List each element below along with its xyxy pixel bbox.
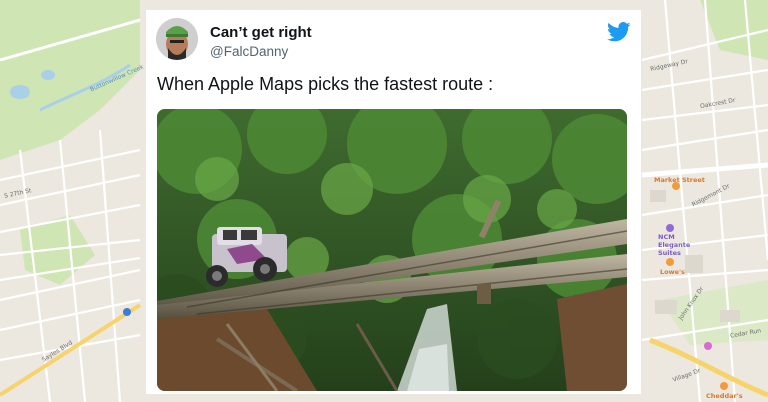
map-label-cheddars: Cheddar's <box>706 392 743 400</box>
tweet-text: When Apple Maps picks the fastest route … <box>157 74 494 94</box>
display-name[interactable]: Can’t get right <box>210 24 312 41</box>
map-label-ncm-suites: NCM Elegante Suites <box>658 233 691 257</box>
avatar[interactable] <box>156 18 198 60</box>
tweet-header: Can’t get right @FalcDanny <box>156 18 631 64</box>
twitter-bird-icon[interactable] <box>607 22 631 42</box>
tweet-card[interactable]: Can’t get right @FalcDanny When Apple Ma… <box>146 10 641 394</box>
user-handle[interactable]: @FalcDanny <box>210 44 288 59</box>
jungle-photo-image <box>157 109 627 391</box>
map-label-lowes: Lowe's <box>660 268 685 276</box>
map-label-market-street: Market Street <box>654 176 705 184</box>
avatar-image <box>156 18 198 60</box>
tweet-photo[interactable] <box>157 109 627 391</box>
